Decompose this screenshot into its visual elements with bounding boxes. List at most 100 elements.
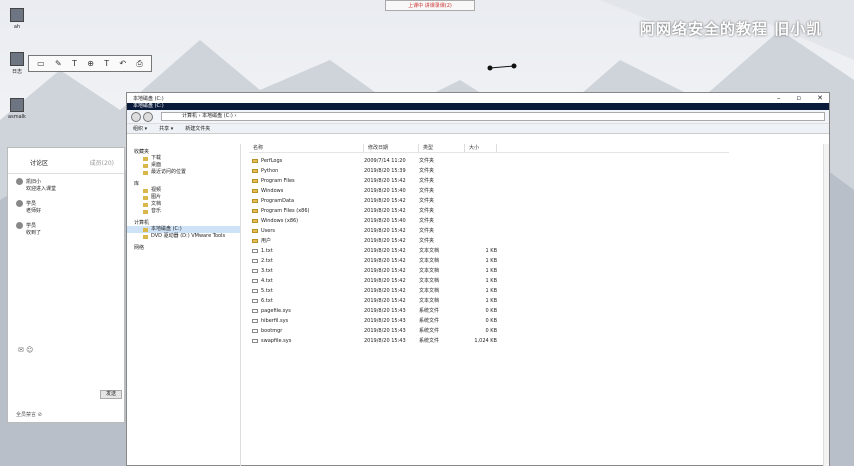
file-row[interactable]: PerfLogs 2009/7/14 11:20 文件夹 [249, 156, 729, 166]
nav-item[interactable]: 视频 [127, 187, 240, 194]
close-icon[interactable]: ✕ [817, 94, 823, 102]
rect-tool-icon[interactable]: ▭ [37, 59, 45, 68]
nav-favorites[interactable]: 收藏夹 [127, 148, 240, 155]
file-type: 文件夹 [419, 188, 435, 194]
folder-icon [143, 163, 148, 168]
file-date: 2019/8/20 15:42 [364, 208, 406, 214]
file-row[interactable]: pagefile.sys 2019/8/20 15:43 系统文件 0 KB [249, 306, 729, 316]
file-date: 2009/7/14 11:20 [364, 158, 406, 164]
desktop-icon[interactable]: ah [3, 8, 31, 30]
file-row[interactable]: Program Files 2019/8/20 15:42 文件夹 [249, 176, 729, 186]
toolbar: 组织 ▾ 共享 ▾ 新建文件夹 [127, 124, 829, 134]
mosaic-tool-icon[interactable]: ⊕ [87, 59, 94, 68]
file-icon [252, 269, 258, 273]
file-size: 1 KB [485, 298, 497, 304]
chat-tools[interactable]: ✉ ☺ [18, 346, 33, 354]
nav-item[interactable]: 图片 [127, 194, 240, 201]
file-date: 2019/8/20 15:42 [364, 258, 406, 264]
folder-icon [252, 169, 258, 173]
file-row[interactable]: Users 2019/8/20 15:42 文件夹 [249, 226, 729, 236]
save-icon[interactable]: ⎙ [136, 59, 142, 69]
file-row[interactable]: Windows 2019/8/20 15:40 文件夹 [249, 186, 729, 196]
file-date: 2019/8/20 15:42 [364, 268, 406, 274]
nav-item[interactable]: 本地磁盘 (C:) [127, 226, 240, 233]
folder-icon [143, 170, 148, 175]
col-size[interactable]: 大小 [465, 144, 497, 152]
scrollbar[interactable] [823, 144, 829, 466]
text-tool-icon[interactable]: T [72, 59, 77, 68]
file-icon [252, 299, 258, 303]
mute-all-toggle[interactable]: 全员禁言 ⊘ [16, 411, 42, 418]
col-date[interactable]: 修改日期 [364, 144, 419, 152]
text-tool-icon[interactable]: T [104, 59, 109, 68]
col-name[interactable]: 名称 [249, 144, 364, 152]
file-type: 文件夹 [419, 198, 435, 204]
nav-network[interactable]: 网络 [127, 244, 240, 251]
file-name: hiberfil.sys [261, 318, 289, 324]
col-type[interactable]: 类型 [419, 144, 465, 152]
file-row[interactable]: 1.txt 2019/8/20 15:42 文本文档 1 KB [249, 246, 729, 256]
file-row[interactable]: 3.txt 2019/8/20 15:42 文本文档 1 KB [249, 266, 729, 276]
nav-computer[interactable]: 计算机 [127, 219, 240, 226]
file-row[interactable]: Python 2019/8/20 15:39 文件夹 [249, 166, 729, 176]
file-type: 文件夹 [419, 238, 435, 244]
undo-icon[interactable]: ↶ [119, 59, 126, 68]
tab-discussion[interactable]: 讨论区 [30, 158, 48, 167]
nav-item[interactable]: 下载 [127, 155, 240, 162]
organize-button[interactable]: 组织 ▾ [133, 125, 147, 132]
file-row[interactable]: ProgramData 2019/8/20 15:42 文件夹 [249, 196, 729, 206]
file-type: 文件夹 [419, 208, 435, 214]
desktop-icon[interactable]: asmalk [3, 98, 31, 120]
nav-item[interactable]: 桌面 [127, 162, 240, 169]
address-input[interactable]: 计算机 › 本地磁盘 (C:) › [161, 112, 825, 121]
file-row[interactable]: Windows (x86) 2019/8/20 15:40 文件夹 [249, 216, 729, 226]
nav-item[interactable]: 最近访问的位置 [127, 169, 240, 176]
file-size: 0 KB [485, 308, 497, 314]
file-type: 文本文档 [419, 288, 440, 294]
file-type: 文件夹 [419, 178, 435, 184]
nav-item[interactable]: 音乐 [127, 208, 240, 215]
pen-tool-icon[interactable]: ✎ [55, 59, 62, 68]
nav-libraries[interactable]: 库 [127, 180, 240, 187]
file-date: 2019/8/20 15:42 [364, 228, 406, 234]
new-folder-button[interactable]: 新建文件夹 [185, 125, 210, 132]
file-row[interactable]: 用户 2019/8/20 15:42 文件夹 [249, 236, 729, 246]
file-icon [252, 309, 258, 313]
file-type: 文件夹 [419, 168, 435, 174]
nav-item[interactable]: DVD 驱动器 (D:) VMware Tools [127, 233, 240, 240]
file-icon [252, 279, 258, 283]
send-button[interactable]: 发送 [100, 390, 122, 399]
file-row[interactable]: swapfile.sys 2019/8/20 15:43 系统文件 1,024 KB [249, 336, 729, 346]
file-row[interactable]: 5.txt 2019/8/20 15:42 文本文档 1 KB [249, 286, 729, 296]
file-name: Windows [261, 188, 284, 194]
file-icon [252, 289, 258, 293]
desktop-icon[interactable]: 日志 [3, 52, 31, 75]
file-row[interactable]: Program Files (x86) 2019/8/20 15:42 文件夹 [249, 206, 729, 216]
file-row[interactable]: 2.txt 2019/8/20 15:42 文本文档 1 KB [249, 256, 729, 266]
file-size: 0 KB [485, 328, 497, 334]
file-date: 2019/8/20 15:40 [364, 218, 406, 224]
file-type: 系统文件 [419, 318, 440, 324]
forward-button[interactable] [143, 111, 153, 122]
folder-icon [252, 179, 258, 183]
nav-item[interactable]: 文档 [127, 201, 240, 208]
avatar [16, 222, 23, 229]
avatar [16, 178, 23, 185]
file-date: 2019/8/20 15:40 [364, 188, 406, 194]
minimize-icon[interactable]: – [777, 94, 781, 102]
back-button[interactable] [131, 111, 141, 122]
maximize-icon[interactable]: ▫ [796, 94, 801, 102]
file-icon [10, 8, 24, 22]
file-row[interactable]: hiberfil.sys 2019/8/20 15:43 系统文件 0 KB [249, 316, 729, 326]
file-list: PerfLogs 2009/7/14 11:20 文件夹 Python 2019/8/2… [249, 156, 729, 346]
tab-members[interactable]: 成员(20) [90, 158, 114, 167]
file-row[interactable]: 4.txt 2019/8/20 15:42 文本文档 1 KB [249, 276, 729, 286]
file-row[interactable]: 6.txt 2019/8/20 15:42 文本文档 1 KB [249, 296, 729, 306]
file-date: 2019/8/20 15:42 [364, 298, 406, 304]
file-size [465, 166, 497, 176]
file-date: 2019/8/20 15:43 [364, 318, 406, 324]
explorer-window: 本地磁盘 (C:) – ▫ ✕ 本地磁盘 (C:) 计算机 › 本地磁盘 (C:… [126, 92, 830, 466]
folder-icon [143, 156, 148, 161]
share-button[interactable]: 共享 ▾ [159, 125, 173, 132]
file-row[interactable]: bootmgr 2019/8/20 15:43 系统文件 0 KB [249, 326, 729, 336]
